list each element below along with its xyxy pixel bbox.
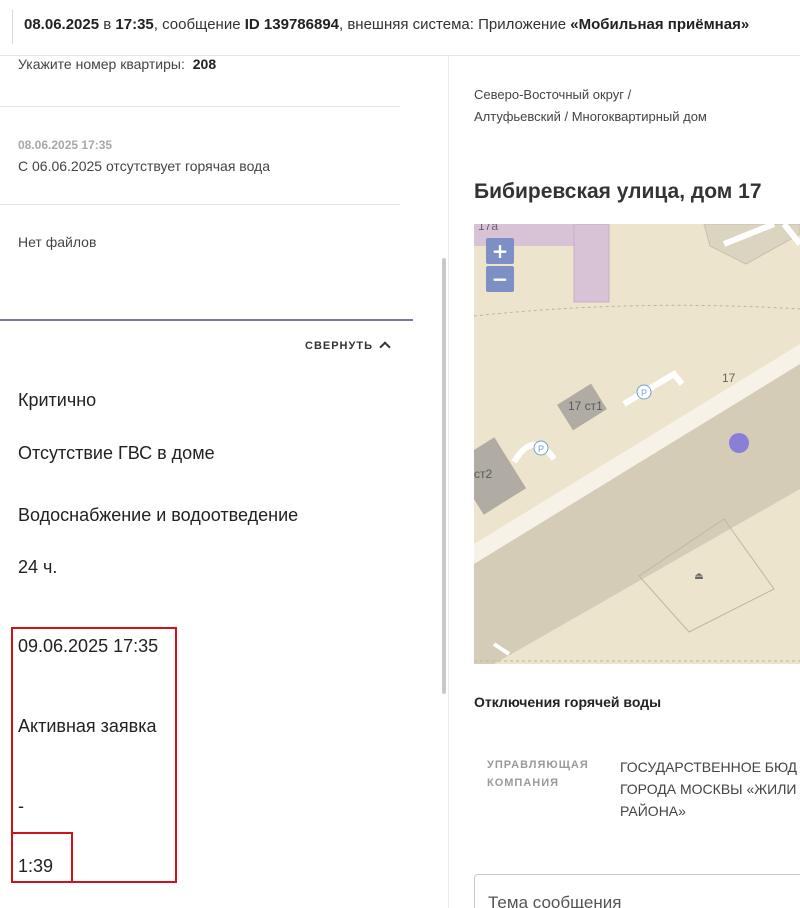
collapse-button[interactable]: СВЕРНУТЬ	[305, 340, 391, 353]
problem-value: Отсутствие ГВС в доме	[18, 443, 215, 463]
message-header: 08.06.2025 в 17:35, сообщение ID 1397868…	[24, 16, 749, 33]
collapse-label: СВЕРНУТЬ	[305, 340, 373, 352]
zoom-in-button[interactable]: +	[486, 238, 514, 264]
management-company-label: УПРАВЛЯЮЩАЯ КОМПАНИЯ	[487, 759, 589, 789]
message-id: ID 139786894	[244, 16, 339, 33]
divider	[0, 204, 400, 205]
comment-date: 08.06.2025 17:35	[18, 138, 113, 152]
management-company-line: ГОСУДАРСТВЕННОЕ БЮД	[620, 759, 798, 775]
apartment-label: Укажите номер квартиры:	[18, 56, 185, 72]
divider	[0, 106, 400, 107]
files-empty-text: Нет файлов	[18, 234, 97, 250]
parking-label: P	[641, 388, 647, 398]
section-separator	[0, 319, 413, 321]
parking-label: P	[538, 444, 544, 454]
breadcrumb: Северо-Восточный округ / Алтуфьевский / …	[474, 87, 707, 124]
header-message-prefix: , сообщение	[153, 16, 241, 33]
zoom-controls: + −	[484, 236, 516, 294]
management-company-line: ГОРОДА МОСКВЫ «ЖИЛИ	[620, 781, 797, 797]
address-panel: Северо-Восточный округ / Алтуфьевский / …	[449, 56, 800, 908]
comment-text: С 06.06.2025 отсутствует горячая вода	[18, 158, 271, 174]
management-company-line: РАЙОНА»	[620, 803, 686, 819]
apartment-row: Укажите номер квартиры: 208	[18, 56, 216, 72]
timer-highlight-box	[11, 832, 73, 883]
request-details-panel: Укажите номер квартиры: 208 08.06.2025 1…	[0, 56, 448, 908]
building-label: 17а	[478, 224, 498, 233]
header-bar: 08.06.2025 в 17:35, сообщение ID 1397868…	[0, 0, 800, 56]
apartment-value: 208	[192, 56, 217, 72]
header-in: в	[103, 16, 112, 33]
building-label: 17 ст1	[568, 399, 603, 413]
hot-water-title: Отключения горячей воды	[474, 694, 662, 710]
system-name: «Мобильная приёмная»	[570, 16, 750, 33]
message-date: 08.06.2025	[24, 16, 100, 33]
building-label: 17	[722, 371, 736, 385]
category-value: Водоснабжение и водоотведение	[18, 505, 299, 525]
map-poi-icon: ⏏	[694, 571, 703, 582]
map-canvas: P P 17а 17 17 ст1 ст2 ⏏	[474, 224, 800, 664]
message-topic-placeholder: Тема сообщения	[488, 893, 622, 908]
map-view[interactable]: P P 17а 17 17 ст1 ст2 ⏏ + −	[474, 224, 800, 664]
location-marker[interactable]	[729, 433, 749, 453]
message-topic-field[interactable]: Тема сообщения	[474, 874, 800, 908]
sla-value: 24 ч.	[18, 557, 58, 577]
management-company-value: ГОСУДАРСТВЕННОЕ БЮД ГОРОДА МОСКВЫ «ЖИЛИ …	[620, 756, 800, 822]
address-title: Бибиревская улица, дом 17	[474, 180, 762, 203]
header-divider	[12, 10, 13, 44]
scrollbar-thumb[interactable]	[442, 258, 446, 694]
zoom-out-button[interactable]: −	[486, 266, 514, 292]
chevron-up-icon	[379, 341, 391, 353]
header-system-text: , внешняя система: Приложение	[339, 16, 567, 33]
priority-value: Критично	[18, 390, 97, 410]
message-time: 17:35	[115, 16, 154, 33]
building-label: ст2	[474, 467, 492, 481]
